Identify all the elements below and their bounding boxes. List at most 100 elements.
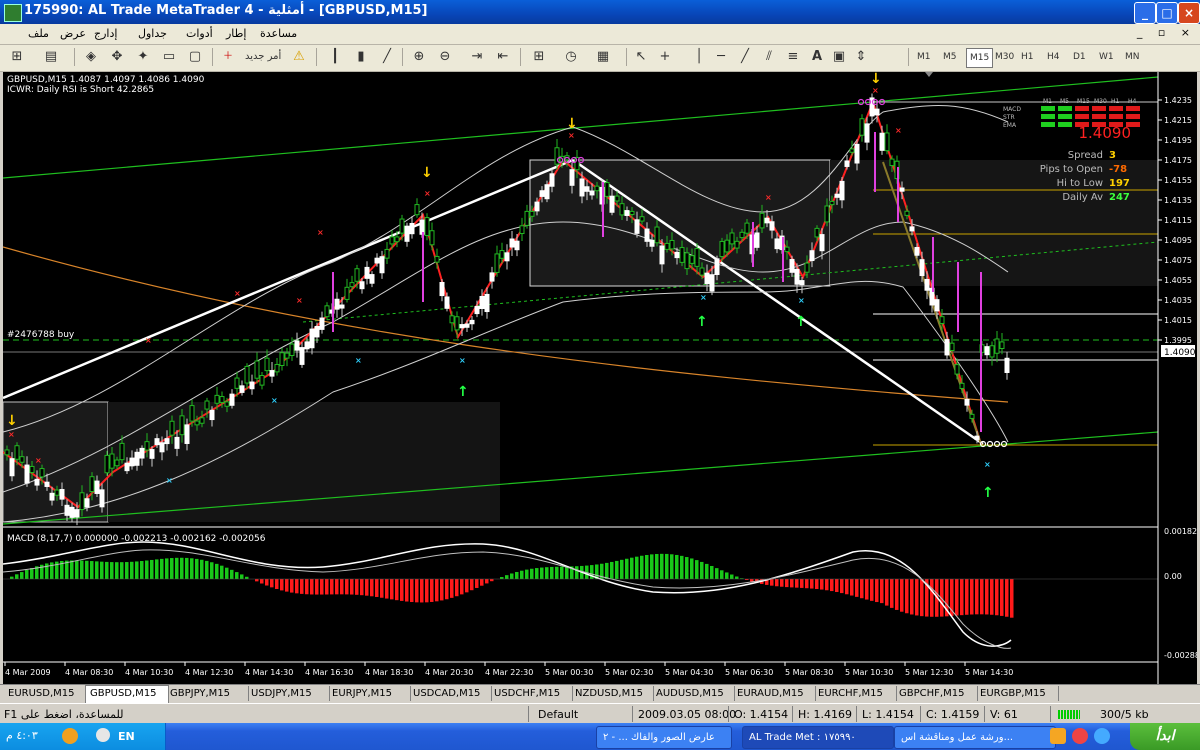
candlestick-icon[interactable]: ▮ [352, 48, 370, 66]
arrows-icon[interactable]: ⇕ [852, 48, 870, 66]
browser-tray-icon[interactable] [62, 728, 78, 744]
symbol-tab[interactable]: GBPCHF,M15 [895, 686, 978, 701]
timeframe-mn[interactable]: MN [1122, 48, 1143, 66]
timeframe-h1[interactable]: H1 [1018, 48, 1037, 66]
taskbar-task-image-viewer[interactable]: عارض الصور والفاك ... - ٢ [596, 726, 732, 749]
timeframe-m5[interactable]: M5 [940, 48, 960, 66]
fibonacci-icon[interactable]: ≡ [784, 48, 802, 66]
taskbar-task-workshop[interactable]: ورشة عمل ومناقشة اس... [894, 726, 1056, 749]
candlestick [639, 216, 645, 222]
dashboard-cell [1058, 106, 1072, 111]
bar-chart-icon[interactable]: ┃ [326, 48, 344, 66]
maximize-button[interactable]: □ [1156, 2, 1178, 24]
price-chart[interactable]: ↓ ↓ ↓ ↓ ↑ ↑ ↑ ↑ × × × × × × × × × × × × × × × × × × 1.4235 1.4215 1… [2, 71, 1200, 685]
stat-value: 3 [1109, 150, 1116, 161]
metatrader-app-icon[interactable] [4, 4, 22, 22]
macd-bar [895, 579, 899, 610]
macd-bar [230, 569, 234, 579]
menu-file[interactable]: ملف [28, 27, 49, 40]
quicklaunch-icon[interactable] [1050, 728, 1066, 744]
timeframe-m15[interactable]: M15 [966, 48, 994, 68]
auto-scroll-icon[interactable]: ⇥ [468, 48, 486, 66]
line-chart-icon[interactable]: ╱ [378, 48, 396, 66]
indicators-icon[interactable]: ⊞ [530, 48, 548, 66]
timeframe-d1[interactable]: D1 [1070, 48, 1089, 66]
quicklaunch-icon[interactable] [1072, 728, 1088, 744]
macd-bar [10, 576, 14, 579]
macd-bar [870, 579, 874, 601]
candlestick [99, 489, 105, 508]
chart-shift-icon[interactable]: ⇤ [494, 48, 512, 66]
quicklaunch-icon[interactable] [1094, 728, 1110, 744]
tester-icon[interactable]: ▢ [186, 48, 204, 66]
symbol-tab[interactable]: GBPJPY,M15 [166, 686, 249, 701]
candlestick [509, 238, 515, 248]
menu-help[interactable]: مساعدة [260, 27, 297, 40]
candlestick [299, 347, 305, 365]
symbol-tab[interactable]: EURCHF,M15 [814, 686, 897, 701]
candlestick [819, 234, 825, 252]
macd-bar [120, 562, 124, 579]
dashboard-cell [1126, 114, 1140, 119]
new-order-icon[interactable]: ＋ [220, 48, 236, 66]
data-window-icon[interactable]: ✦ [134, 48, 152, 66]
chart-window[interactable]: ↓ ↓ ↓ ↓ ↑ ↑ ↑ ↑ × × × × × × × × × × × × × × × × × × 1.4235 1.4215 1… [2, 71, 1200, 685]
macd-bar [275, 579, 279, 589]
close-button[interactable]: × [1178, 2, 1200, 24]
language-indicator[interactable]: EN [118, 730, 135, 743]
symbol-tab[interactable]: USDCHF,M15 [490, 686, 573, 701]
menu-window[interactable]: إطار [226, 27, 246, 40]
status-bar: F1 للمساعدة، اضغط على Default 2009.03.05… [0, 703, 1200, 724]
macd-bar [665, 553, 669, 579]
market-watch-icon[interactable]: ◈ [82, 48, 100, 66]
templates-icon[interactable]: ▦ [594, 48, 612, 66]
trendline-icon[interactable]: ╱ [736, 48, 754, 66]
menu-tools[interactable]: أدوات [186, 27, 213, 40]
minimize-button[interactable]: _ [1134, 2, 1156, 24]
periods-icon[interactable]: ◷ [562, 48, 580, 66]
timeframe-m30[interactable]: M30 [992, 48, 1017, 66]
symbol-tab[interactable]: NZDUSD,M15 [571, 686, 654, 701]
symbol-tab[interactable]: USDCAD,M15 [409, 686, 492, 701]
symbol-tab[interactable]: EURAUD,M15 [733, 686, 816, 701]
cursor-icon[interactable]: ↖ [632, 48, 650, 66]
taskbar-task-metatrader[interactable]: AL Trade Met : ١٧٥٩٩٠ [742, 726, 894, 749]
profiles-icon[interactable]: ▤ [42, 48, 60, 66]
start-button[interactable]: ابدأ [1130, 723, 1200, 750]
candlestick [679, 247, 685, 263]
candlestick [959, 382, 965, 389]
expert-advisors-icon[interactable]: ⚠ [290, 48, 308, 66]
menu-insert[interactable]: إدارج [94, 27, 117, 40]
horizontal-line-icon[interactable]: ─ [712, 48, 730, 66]
symbol-tab[interactable]: AUDUSD,M15 [652, 686, 735, 701]
macd-bar [680, 555, 684, 579]
symbol-tab[interactable]: GBPUSD,M15 [85, 685, 169, 703]
zoom-out-icon[interactable]: ⊖ [436, 48, 454, 66]
network-tray-icon[interactable] [96, 728, 110, 742]
macd-bar [710, 565, 714, 579]
symbol-tab[interactable]: EURGBP,M15 [976, 686, 1059, 701]
zoom-in-icon[interactable]: ⊕ [410, 48, 428, 66]
timeframe-m1[interactable]: M1 [914, 48, 934, 66]
channel-icon[interactable]: ⫽ [760, 48, 778, 66]
text-icon[interactable]: A [808, 48, 826, 66]
label-icon[interactable]: ▣ [830, 48, 848, 66]
terminal-icon[interactable]: ▭ [160, 48, 178, 66]
timeframe-h4[interactable]: H4 [1044, 48, 1063, 66]
menu-charts[interactable]: جداول [138, 27, 167, 40]
symbol-tab[interactable]: EURJPY,M15 [328, 686, 411, 701]
status-separator [528, 706, 529, 722]
crosshair-icon[interactable]: + [656, 48, 674, 66]
candlestick [954, 364, 960, 375]
navigator-icon[interactable]: ✥ [108, 48, 126, 66]
candlestick [829, 200, 835, 206]
symbol-tab[interactable]: USDJPY,M15 [247, 686, 330, 701]
new-chart-icon[interactable]: ⊞ [8, 48, 26, 66]
timeframe-w1[interactable]: W1 [1096, 48, 1117, 66]
symbol-tab[interactable]: EURUSD,M15 [4, 686, 87, 701]
menu-view[interactable]: عرض [60, 27, 86, 40]
new-order-button[interactable]: أمر جديد [242, 48, 284, 66]
candlestick [994, 338, 1000, 354]
vertical-line-icon[interactable]: │ [690, 48, 708, 66]
mdi-window-controls[interactable]: _ ▫ × [1137, 26, 1196, 39]
